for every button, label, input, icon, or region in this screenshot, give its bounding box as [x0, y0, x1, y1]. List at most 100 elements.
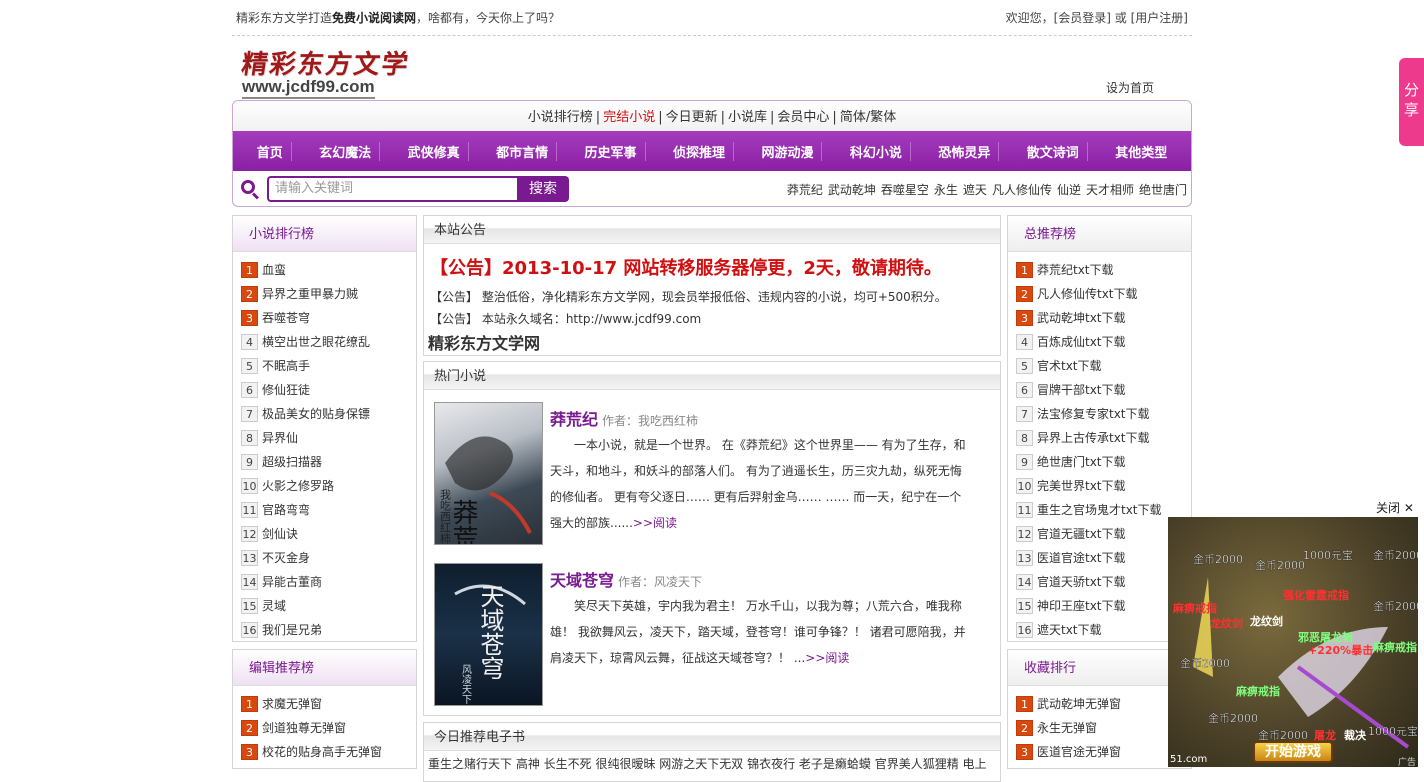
rank-number: 1 [241, 696, 258, 712]
hot-keyword[interactable]: 仙逆 [1057, 183, 1081, 197]
rank-item[interactable]: 2 永生无弹窗 [1016, 716, 1191, 740]
game-ad[interactable]: 金币2000 金币2000 1000元宝 金币2000 金币2000 金币2000 金币20… [1168, 517, 1418, 767]
rank-item[interactable]: 1 武动乾坤无弹窗 [1016, 692, 1191, 716]
nav-separator: | [832, 110, 837, 125]
book-title[interactable]: 天域苍穹 作者：风凌天下 [550, 567, 702, 591]
rank-item[interactable]: 14 官道天骄txt下载 [1016, 570, 1191, 594]
rank-item[interactable]: 1 血蛮 [241, 258, 416, 282]
rank-item[interactable]: 9 超级扫描器 [241, 450, 416, 474]
rank-item[interactable]: 7 法宝修复专家txt下载 [1016, 402, 1191, 426]
navigation-box: 小说排行榜 | 完结小说 | 今日更新 | 小说库 | 会员中心 | 简体/繁体 首页 玄幻魔法 武侠修… [232, 100, 1192, 207]
rank-item[interactable]: 12 剑仙诀 [241, 522, 416, 546]
rank-item[interactable]: 2 剑道独尊无弹窗 [241, 716, 416, 740]
site-logo[interactable]: 精彩东方文学 www.jcdf99.com [240, 44, 412, 99]
rank-item[interactable]: 5 不眠高手 [241, 354, 416, 378]
site-name: 精彩东方文学网 [428, 334, 541, 353]
hot-keyword[interactable]: 武动乾坤 [828, 183, 876, 197]
mainnav-item[interactable]: 历史军事 [577, 141, 646, 161]
rank-item[interactable]: 2 凡人修仙传txt下载 [1016, 282, 1191, 306]
set-homepage-link[interactable]: 设为首页 [1106, 79, 1154, 96]
rank-item[interactable]: 3 校花的贴身高手无弹窗 [241, 740, 416, 764]
ad-coin-text: 金币2000 [1373, 599, 1418, 613]
rank-item[interactable]: 11 重生之官场鬼才txt下载 [1016, 498, 1191, 522]
rank-item[interactable]: 4 横空出世之眼花缭乱 [241, 330, 416, 354]
rank-item[interactable]: 8 异界仙 [241, 426, 416, 450]
subnav-item[interactable]: 小说库 [728, 110, 767, 125]
rank-item[interactable]: 11 官路弯弯 [241, 498, 416, 522]
rank-item[interactable]: 16 我们是兄弟 [241, 618, 416, 642]
rank-number: 2 [1016, 720, 1033, 736]
ad-art: 金币2000 金币20001000元宝 金币2000金币2000金币2000金币20… [1172, 548, 1418, 749]
start-game-button[interactable]: 开始游戏 [1253, 741, 1333, 763]
hot-keyword[interactable]: 吞噬星空 [881, 183, 929, 197]
subnav-item[interactable]: 今日更新 [666, 110, 718, 125]
rank-item[interactable]: 16 遮天txt下载 [1016, 618, 1191, 642]
rank-item[interactable]: 15 灵域 [241, 594, 416, 618]
rank-item[interactable]: 6 修仙狂徒 [241, 378, 416, 402]
rank-item[interactable]: 3 医道官途无弹窗 [1016, 740, 1191, 764]
subnav-item[interactable]: 小说排行榜 [528, 110, 593, 125]
mainnav-item[interactable]: 散文诗词 [1019, 141, 1088, 161]
rank-item[interactable]: 13 医道官途txt下载 [1016, 546, 1191, 570]
rank-label: 剑道独尊无弹窗 [262, 721, 347, 735]
rank-item[interactable]: 3 武动乾坤txt下载 [1016, 306, 1191, 330]
ad-close-button[interactable]: 关闭 ✕ [1376, 499, 1414, 516]
login-link[interactable]: [会员登录] [1054, 11, 1111, 25]
hot-keyword[interactable]: 天才相师 [1086, 183, 1134, 197]
rank-item[interactable]: 5 官术txt下载 [1016, 354, 1191, 378]
rank-item[interactable]: 1 莽荒纪txt下载 [1016, 258, 1191, 282]
rank-item[interactable]: 1 求魔无弹窗 [241, 692, 416, 716]
rank-item[interactable]: 3 吞噬苍穹 [241, 306, 416, 330]
rank-item[interactable]: 12 官道无疆txt下载 [1016, 522, 1191, 546]
rank-number: 4 [1016, 334, 1033, 350]
mainnav-item[interactable]: 首页 [249, 141, 292, 161]
rank-number: 16 [1016, 622, 1033, 638]
rank-item[interactable]: 9 绝世唐门txt下载 [1016, 450, 1191, 474]
ad-coin-text: 1000元宝 [1368, 724, 1418, 738]
rank-item[interactable]: 7 极品美女的贴身保镖 [241, 402, 416, 426]
share-label: 分享 [1404, 81, 1420, 119]
hot-keyword[interactable]: 绝世唐门 [1139, 183, 1187, 197]
rank-item[interactable]: 10 火影之修罗路 [241, 474, 416, 498]
mainnav-item[interactable]: 恐怖灵异 [930, 141, 1000, 161]
subnav-item[interactable]: 完结小说 [603, 110, 655, 125]
subnav-item[interactable]: 会员中心 [777, 110, 829, 125]
share-button[interactable]: 分享 [1399, 58, 1424, 146]
read-more-link[interactable]: >>阅读 [633, 516, 677, 530]
rank-item[interactable]: 6 冒牌干部txt下载 [1016, 378, 1191, 402]
search-button[interactable]: 搜索 [517, 175, 569, 202]
mainnav-item[interactable]: 科幻小说 [842, 141, 911, 161]
rank-item[interactable]: 14 异能古董商 [241, 570, 416, 594]
read-more-link[interactable]: >>阅读 [805, 651, 849, 665]
hot-keyword[interactable]: 永生 [934, 183, 958, 197]
today-recommend-list[interactable]: 重生之赌行天下 高神 长生不死 很纯很暧昧 网游之天下无双 锦衣夜行 老子是癞蛤… [424, 751, 1000, 776]
hot-keyword[interactable]: 遮天 [963, 183, 987, 197]
register-link[interactable]: [用户注册] [1131, 11, 1188, 25]
rank-number: 8 [1016, 430, 1033, 446]
mainnav-item[interactable]: 武侠修真 [400, 141, 469, 161]
book-title[interactable]: 莽荒纪 作者：我吃西红柿 [550, 406, 698, 430]
rank-label: 异能古董商 [262, 575, 323, 589]
mainnav-item[interactable]: 网游动漫 [753, 141, 823, 161]
search-input[interactable]: 请输入关键词 [267, 175, 517, 202]
book-cover[interactable]: 莽荒纪 我吃西红柿 [434, 402, 543, 545]
rank-item[interactable]: 13 不灭金身 [241, 546, 416, 570]
book-cover[interactable]: 天域苍穹 风凌天下 [434, 563, 543, 706]
mainnav-item[interactable]: 都市言情 [488, 141, 558, 161]
hot-keyword[interactable]: 凡人修仙传 [992, 183, 1052, 197]
total-recommend-title: 总推荐榜 [1008, 216, 1191, 252]
rank-item[interactable]: 15 神印王座txt下载 [1016, 594, 1191, 618]
ad-coin-text: 金币2000 [1193, 552, 1243, 566]
mainnav-item[interactable]: 玄幻魔法 [311, 141, 381, 161]
mainnav-item[interactable]: 侦探推理 [665, 141, 734, 161]
rank-label: 剑仙诀 [262, 527, 299, 541]
rank-item[interactable]: 10 完美世界txt下载 [1016, 474, 1191, 498]
rank-number: 1 [1016, 696, 1033, 712]
subnav-item[interactable]: 简体/繁体 [840, 110, 896, 125]
hot-keyword[interactable]: 莽荒纪 [787, 183, 823, 197]
rank-item[interactable]: 8 异界上古传承txt下载 [1016, 426, 1191, 450]
rank-item[interactable]: 4 百炼成仙txt下载 [1016, 330, 1191, 354]
rank-label: 官道天骄txt下载 [1037, 575, 1126, 589]
rank-item[interactable]: 2 异界之重甲暴力贼 [241, 282, 416, 306]
mainnav-item[interactable]: 其他类型 [1107, 142, 1175, 161]
